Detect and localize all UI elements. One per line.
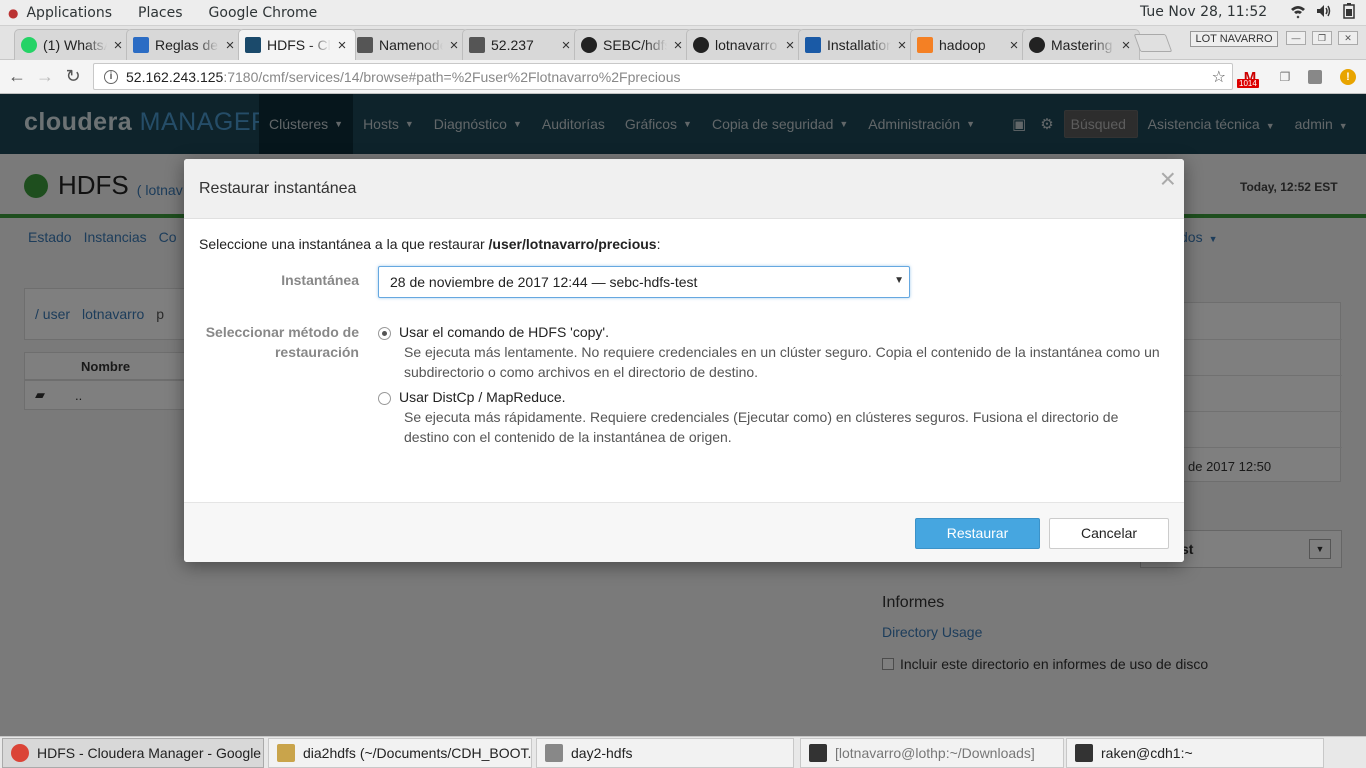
option-distcp-description: Se ejecuta más rápidamente. Requiere cre… [404, 409, 1119, 445]
gnome-taskbar: HDFS - Cloudera Manager - Google ... dia2… [0, 736, 1366, 768]
terminal-icon [809, 744, 827, 762]
option-hdfs-copy-description: Se ejecuta más lentamente. No requiere c… [404, 344, 1160, 380]
taskbar-item-3[interactable]: [lotnavarro@lothp:~/Downloads] [800, 738, 1064, 768]
cancel-button[interactable]: Cancelar [1049, 518, 1169, 549]
tab-close-icon[interactable]: × [559, 37, 573, 54]
restore-snapshot-dialog: Restaurar instantánea × Seleccione una i… [184, 159, 1184, 562]
forward-icon[interactable]: → [34, 66, 56, 87]
maximize-icon[interactable]: ❐ [1312, 31, 1332, 45]
radio-distcp[interactable] [378, 392, 391, 405]
tab-close-icon[interactable]: × [1119, 37, 1133, 54]
cloudera-icon [245, 37, 261, 53]
extension-copy-icon[interactable]: ❐ [1275, 67, 1295, 87]
site-info-icon[interactable]: i [104, 69, 118, 84]
snapshot-select[interactable]: 28 de noviembre de 2017 12:44 — sebc-hdf… [378, 266, 910, 298]
tab-close-icon[interactable]: × [223, 37, 237, 54]
tab-close-icon[interactable]: × [671, 37, 685, 54]
chrome-menu-alert-icon[interactable]: ! [1338, 67, 1358, 87]
tab-9[interactable]: Mastering × [1022, 29, 1140, 60]
close-icon[interactable]: × [1160, 163, 1176, 195]
tab-3[interactable]: Namenode × [350, 29, 468, 60]
minimize-icon[interactable]: — [1286, 31, 1306, 45]
whatsapp-icon [21, 37, 37, 53]
taskbar-item-0[interactable]: HDFS - Cloudera Manager - Google ... [2, 738, 264, 768]
new-tab-button[interactable] [1133, 34, 1173, 52]
profile-button[interactable]: LOT NAVARRO [1190, 31, 1278, 47]
notes-icon [545, 744, 563, 762]
url-path: :7180/cmf/services/14/browse#path=%2Fuse… [223, 68, 681, 85]
volume-icon [1316, 3, 1332, 23]
system-tray[interactable] [1290, 3, 1356, 23]
github-icon [693, 37, 709, 53]
github-icon [1029, 37, 1045, 53]
dialog-intro: Seleccione una instantánea a la que rest… [199, 236, 661, 252]
chrome-icon [11, 744, 29, 762]
restore-method-label: Seleccionar método de restauración [205, 324, 359, 360]
tab-strip: (1) WhatsApp×Reglas de×HDFS - Cloudera×N… [0, 26, 1366, 60]
taskbar-item-2[interactable]: day2-hdfs [536, 738, 794, 768]
address-bar[interactable]: i 52.162.243.125:7180/cmf/services/14/br… [93, 63, 1233, 90]
select-arrow-icon: ▼ [894, 275, 904, 286]
tab-close-icon[interactable]: × [447, 37, 461, 54]
gnome-foot-icon: ● [8, 5, 19, 20]
wifi-icon [1290, 3, 1306, 23]
battery-icon [1342, 3, 1356, 23]
dialog-header: Restaurar instantánea × [184, 159, 1184, 219]
tab-close-icon[interactable]: × [1007, 37, 1021, 54]
taskbar-item-4[interactable]: raken@cdh1:~ [1066, 738, 1324, 768]
tab-0[interactable]: (1) WhatsApp× [14, 29, 132, 60]
clock[interactable]: Tue Nov 28, 11:52 [1140, 4, 1267, 20]
taskbar-item-1[interactable]: dia2hdfs (~/Documents/CDH_BOOT... [268, 738, 532, 768]
tab-close-icon[interactable]: × [111, 37, 125, 54]
tab-close-icon[interactable]: × [335, 37, 349, 54]
dialog-title: Restaurar instantánea [199, 180, 357, 197]
tab-2[interactable]: HDFS - Cloudera× [238, 29, 356, 60]
back-icon[interactable]: ← [6, 66, 28, 87]
text-editor-icon [277, 744, 295, 762]
tab-1[interactable]: Reglas de × [126, 29, 244, 60]
tab-close-icon[interactable]: × [783, 37, 797, 54]
dialog-footer: Restaurar Cancelar [184, 502, 1184, 562]
places-menu[interactable]: Places [138, 5, 183, 21]
window-controls: — ❐ ✕ [1286, 31, 1358, 45]
stackoverflow-icon [917, 37, 933, 53]
gnome-top-bar: ● Applications Places Google Chrome Tue … [0, 0, 1366, 26]
app-menu[interactable]: Google Chrome [209, 5, 318, 21]
gmail-badge: 1014 [1237, 79, 1259, 88]
bookmark-star-icon[interactable]: ☆ [1212, 67, 1226, 87]
reload-icon[interactable]: ↻ [62, 66, 84, 87]
radio-hdfs-copy[interactable] [378, 327, 391, 340]
document-icon [469, 37, 485, 53]
terminal-icon [1075, 744, 1093, 762]
restore-button[interactable]: Restaurar [915, 518, 1040, 549]
document-icon [357, 37, 373, 53]
applications-menu[interactable]: ● Applications [8, 5, 112, 21]
tab-6[interactable]: lotnavarro × [686, 29, 804, 60]
browser-toolbar: ← → ↻ i 52.162.243.125:7180/cmf/services… [0, 60, 1366, 94]
snapshot-label: Instantánea [281, 272, 359, 288]
blue-arrow-icon [805, 37, 821, 53]
url-host: 52.162.243.125 [126, 68, 224, 85]
tab-8[interactable]: hadoop × [910, 29, 1028, 60]
extension-box-icon[interactable] [1305, 67, 1325, 87]
tab-close-icon[interactable]: × [895, 37, 909, 54]
tab-5[interactable]: SEBC/hdfs × [574, 29, 692, 60]
tab-4[interactable]: 52.237 × [462, 29, 580, 60]
atlassian-icon [133, 37, 149, 53]
tab-7[interactable]: Installation × [798, 29, 916, 60]
close-window-icon[interactable]: ✕ [1338, 31, 1358, 45]
github-icon [581, 37, 597, 53]
